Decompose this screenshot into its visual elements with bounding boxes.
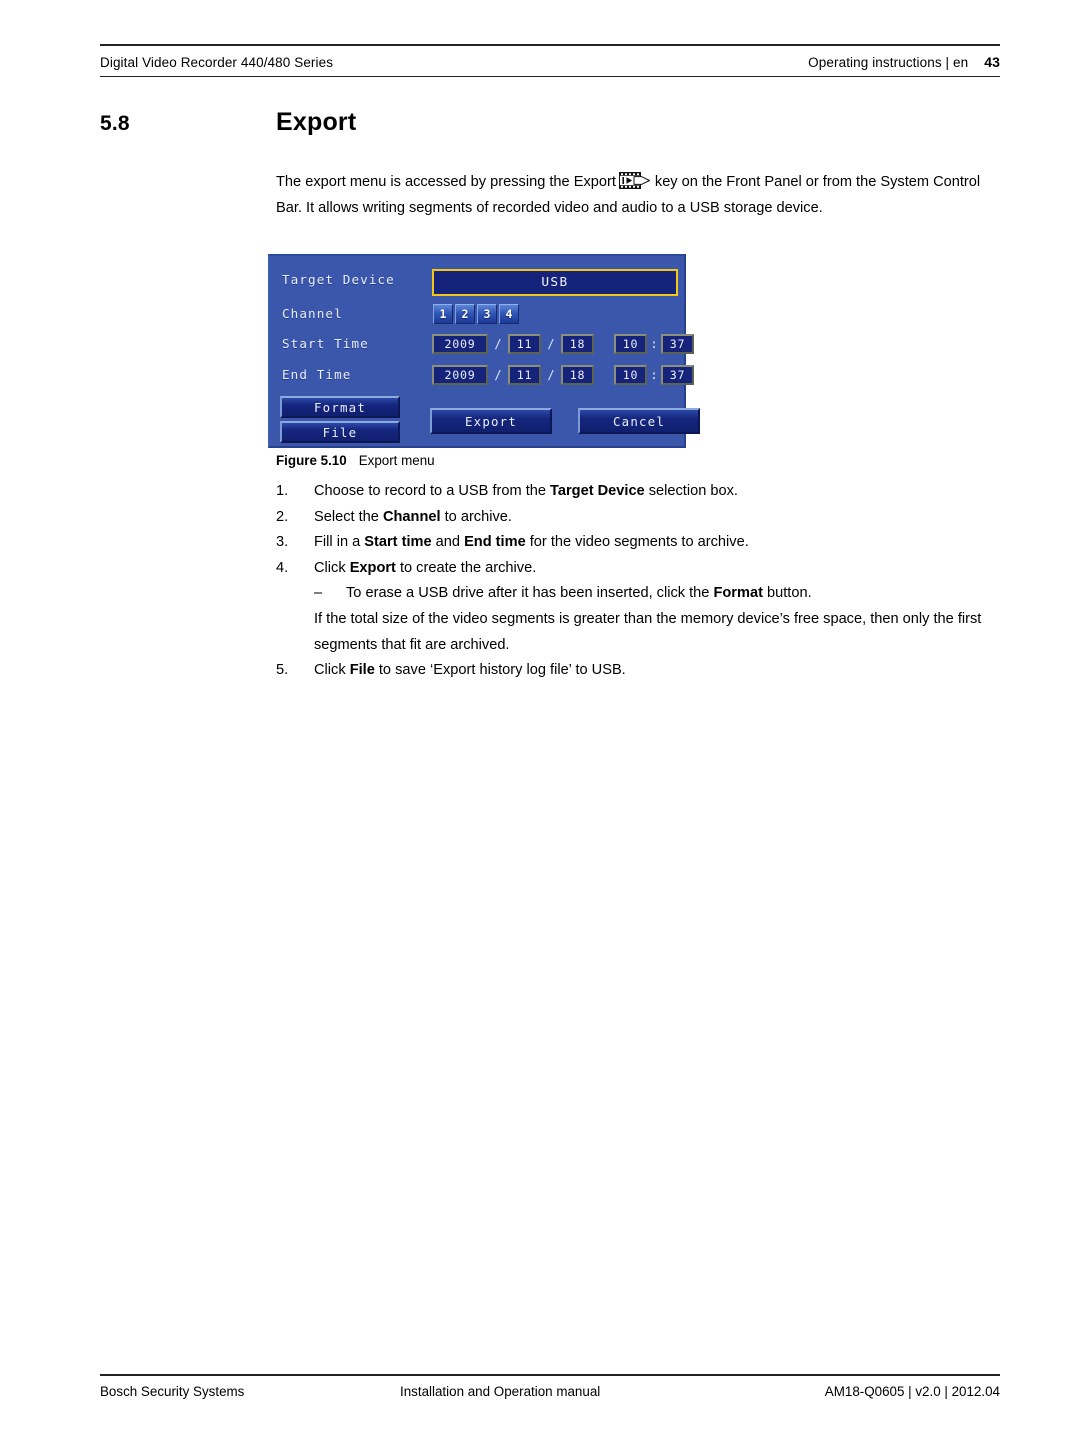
step-text: Fill in a Start time and End time for th…: [314, 534, 749, 551]
channel-button-group: 1 2 3 4: [433, 304, 519, 324]
channel-button-4[interactable]: 4: [499, 304, 519, 324]
list-item: 2. Select the Channel to archive.: [276, 505, 1004, 531]
footer-doc-id: AM18-Q0605 | v2.0 | 2012.04: [824, 1384, 1000, 1399]
step-number: 1.: [276, 483, 289, 499]
step-text: Click Export to create the archive.: [314, 559, 537, 576]
end-date-separator-2: /: [547, 368, 555, 382]
intro-paragraph: The export menu is accessed by pressing …: [276, 170, 1004, 221]
end-hour-field[interactable]: 10: [614, 365, 647, 385]
section-number: 5.8: [100, 112, 130, 135]
export-film-strip-icon: [618, 172, 651, 189]
substep-dash: –: [314, 585, 323, 602]
footer-manual-type: Installation and Operation manual: [400, 1384, 601, 1399]
end-time-label: End Time: [282, 367, 352, 382]
start-day-field[interactable]: 18: [561, 334, 594, 354]
page-footer: Bosch Security Systems Installation and …: [100, 1374, 1000, 1399]
end-time-fields: 2009 / 11 / 18 10 : 37: [432, 365, 694, 385]
start-time-fields: 2009 / 11 / 18 10 : 37: [432, 334, 694, 354]
end-time-separator: :: [650, 368, 658, 382]
substep-text: To erase a USB drive after it has been i…: [346, 585, 812, 602]
start-hour-field[interactable]: 10: [614, 334, 647, 354]
file-button[interactable]: File: [280, 421, 400, 443]
end-year-field[interactable]: 2009: [432, 365, 488, 385]
intro-paragraph-block: The export menu is accessed by pressing …: [276, 170, 1004, 221]
end-minute-field[interactable]: 37: [661, 365, 694, 385]
page-header: Digital Video Recorder 440/480 Series Op…: [100, 44, 1000, 77]
header-row: Digital Video Recorder 440/480 Series Op…: [100, 46, 1000, 76]
list-item: 3. Fill in a Start time and End time for…: [276, 530, 1004, 556]
header-right-group: Operating instructions | en 43: [808, 54, 1000, 70]
step-text: Select the Channel to archive.: [314, 508, 512, 525]
start-year-field[interactable]: 2009: [432, 334, 488, 354]
list-item: 4. Click Export to create the archive.: [276, 556, 1004, 582]
export-menu-dialog: Target Device USB Channel 1 2 3 4 Start …: [268, 254, 700, 448]
footer-row: Bosch Security Systems Installation and …: [100, 1376, 1000, 1399]
procedure-list: 1. Choose to record to a USB from the Ta…: [276, 479, 1004, 684]
start-time-label: Start Time: [282, 336, 369, 351]
sub-list-item: – To erase a USB drive after it has been…: [314, 581, 1004, 607]
channel-button-3[interactable]: 3: [477, 304, 497, 324]
cancel-button[interactable]: Cancel: [578, 408, 700, 434]
list-item: 5. Click File to save ‘Export history lo…: [276, 658, 1004, 684]
format-button[interactable]: Format: [280, 396, 400, 418]
export-button[interactable]: Export: [430, 408, 552, 434]
step-text: Click File to save ‘Export history log f…: [314, 662, 626, 679]
header-doc-type: Operating instructions | en: [808, 55, 969, 70]
continuation-paragraph: If the total size of the video segments …: [314, 610, 982, 653]
header-page-number: 43: [984, 54, 1000, 70]
channel-label: Channel: [282, 306, 343, 321]
start-date-separator-2: /: [547, 337, 555, 351]
intro-text-part1: The export menu is accessed by pressing …: [276, 174, 616, 190]
step-number: 3.: [276, 534, 289, 551]
target-device-label: Target Device: [282, 272, 395, 287]
footer-company: Bosch Security Systems: [100, 1384, 245, 1399]
page-title: Export: [276, 108, 357, 136]
step-number: 2.: [276, 508, 289, 525]
header-product-title: Digital Video Recorder 440/480 Series: [100, 55, 334, 70]
start-date-separator-1: /: [494, 337, 502, 351]
step-number: 4.: [276, 559, 289, 576]
header-rule-bottom: [100, 76, 1000, 77]
channel-button-2[interactable]: 2: [455, 304, 475, 324]
step-number: 5.: [276, 662, 289, 679]
document-page: Digital Video Recorder 440/480 Series Op…: [0, 0, 1080, 1441]
channel-button-1[interactable]: 1: [433, 304, 453, 324]
step-text: Choose to record to a USB from the Targe…: [314, 483, 738, 499]
end-day-field[interactable]: 18: [561, 365, 594, 385]
figure-caption-text: Export menu: [358, 453, 435, 468]
list-item: 1. Choose to record to a USB from the Ta…: [276, 479, 1004, 505]
start-minute-field[interactable]: 37: [661, 334, 694, 354]
end-month-field[interactable]: 11: [508, 365, 541, 385]
start-month-field[interactable]: 11: [508, 334, 541, 354]
start-time-separator: :: [650, 337, 658, 351]
figure-label: Figure 5.10: [276, 453, 347, 468]
target-device-select[interactable]: USB: [432, 269, 678, 296]
section-heading: 5.8 Export: [100, 108, 1000, 137]
end-date-separator-1: /: [494, 368, 502, 382]
figure-caption: Figure 5.10 Export menu: [276, 453, 435, 468]
